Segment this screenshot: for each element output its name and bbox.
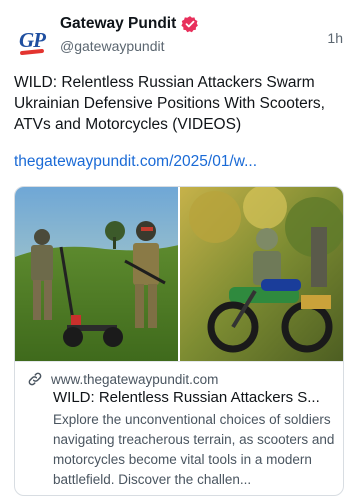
link-preview-card[interactable]: www.thegatewaypundit.com WILD: Relentles… bbox=[14, 186, 344, 496]
card-title[interactable]: WILD: Relentless Russian Attackers S... bbox=[53, 389, 333, 406]
card-domain: www.thegatewaypundit.com bbox=[51, 371, 219, 387]
post-link[interactable]: thegatewaypundit.com/2025/01/w... bbox=[14, 153, 257, 171]
author-handle[interactable]: @gatewaypundit bbox=[60, 38, 165, 54]
author-name-row: Gateway Pundit bbox=[60, 15, 199, 33]
post: GP Gateway Pundit @gatewaypundit 1h WILD… bbox=[0, 0, 358, 500]
avatar[interactable]: GP bbox=[14, 22, 50, 58]
card-divider bbox=[15, 361, 343, 362]
card-link-row: www.thegatewaypundit.com bbox=[27, 371, 218, 387]
post-text: WILD: Relentless Russian Attackers Swarm… bbox=[14, 74, 325, 133]
post-timestamp[interactable]: 1h bbox=[327, 30, 343, 46]
verified-badge-icon bbox=[181, 15, 199, 33]
link-icon bbox=[27, 371, 43, 387]
card-description: Explore the unconventional choices of so… bbox=[53, 412, 335, 487]
author-display-name[interactable]: Gateway Pundit bbox=[60, 15, 176, 33]
link-preview-image[interactable] bbox=[15, 187, 343, 361]
